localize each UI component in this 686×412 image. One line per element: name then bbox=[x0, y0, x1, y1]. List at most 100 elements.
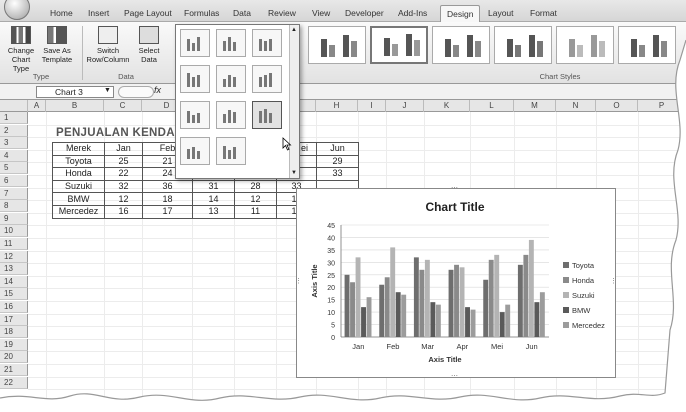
table-cell[interactable]: Jun bbox=[316, 142, 359, 156]
chart-layout-2[interactable] bbox=[216, 29, 246, 57]
name-box[interactable]: Chart 3 bbox=[36, 86, 114, 98]
select-data-button[interactable]: Select Data bbox=[132, 26, 166, 64]
table-cell[interactable]: 28 bbox=[234, 179, 277, 194]
row-header[interactable]: 17 bbox=[0, 313, 28, 326]
row-header[interactable]: 2 bbox=[0, 124, 28, 137]
table-cell[interactable]: 36 bbox=[142, 179, 193, 194]
table-cell[interactable]: 12 bbox=[104, 192, 143, 206]
row-header[interactable]: 10 bbox=[0, 225, 28, 238]
chart-layout-1[interactable] bbox=[180, 29, 210, 57]
table-cell[interactable]: Jan bbox=[104, 142, 143, 156]
chart-style-2[interactable] bbox=[370, 26, 428, 64]
row-header[interactable]: 13 bbox=[0, 263, 28, 276]
column-header[interactable]: O bbox=[596, 100, 638, 112]
table-cell[interactable]: 12 bbox=[234, 192, 277, 206]
row-header[interactable]: 12 bbox=[0, 250, 28, 263]
table-cell[interactable]: 25 bbox=[104, 154, 143, 169]
tab-view[interactable]: View bbox=[312, 8, 330, 18]
chart-layout-3[interactable] bbox=[252, 29, 282, 57]
tab-format[interactable]: Format bbox=[530, 8, 557, 18]
row-header[interactable]: 19 bbox=[0, 338, 28, 351]
chart-layout-6[interactable] bbox=[252, 65, 282, 93]
change-chart-type-button[interactable]: Change Chart Type bbox=[4, 26, 38, 73]
tab-layout[interactable]: Layout bbox=[488, 8, 514, 18]
tab-data[interactable]: Data bbox=[233, 8, 251, 18]
table-cell[interactable]: 17 bbox=[142, 204, 193, 219]
column-header[interactable]: P bbox=[638, 100, 686, 112]
save-as-template-button[interactable]: Save As Template bbox=[40, 26, 74, 64]
table-cell[interactable]: 18 bbox=[142, 192, 193, 206]
table-cell[interactable]: Mercedez bbox=[52, 204, 105, 219]
row-header[interactable]: 22 bbox=[0, 376, 28, 389]
chart-layout-4[interactable] bbox=[180, 65, 210, 93]
chart-layout-5[interactable] bbox=[216, 65, 246, 93]
resize-handle[interactable]: ⋮ bbox=[610, 278, 617, 285]
column-header[interactable]: B bbox=[46, 100, 104, 112]
resize-handle[interactable]: ⋮ bbox=[295, 278, 302, 285]
chart-layout-11[interactable] bbox=[216, 137, 246, 165]
chevron-down-icon[interactable]: ▼ bbox=[104, 87, 111, 94]
table-cell[interactable]: 29 bbox=[316, 154, 359, 169]
table-cell[interactable]: 32 bbox=[104, 179, 143, 194]
table-cell[interactable]: Suzuki bbox=[52, 179, 105, 194]
tab-home[interactable]: Home bbox=[50, 8, 73, 18]
table-cell[interactable]: 11 bbox=[234, 204, 277, 219]
switch-row-column-button[interactable]: Switch Row/Column bbox=[86, 26, 130, 64]
column-header[interactable]: H bbox=[316, 100, 358, 112]
gallery-scrollbar[interactable]: ▲ ▼ bbox=[289, 25, 299, 178]
column-header[interactable]: K bbox=[424, 100, 470, 112]
select-all-corner[interactable] bbox=[0, 100, 28, 112]
row-header[interactable]: 4 bbox=[0, 149, 28, 162]
tab-page-layout[interactable]: Page Layout bbox=[124, 8, 172, 18]
row-header[interactable]: 20 bbox=[0, 351, 28, 364]
row-header[interactable]: 8 bbox=[0, 200, 28, 213]
tab-review[interactable]: Review bbox=[268, 8, 296, 18]
column-header[interactable]: L bbox=[470, 100, 514, 112]
row-header[interactable]: 6 bbox=[0, 175, 28, 187]
office-button[interactable] bbox=[4, 0, 30, 20]
chart-style-4[interactable] bbox=[494, 26, 552, 64]
scroll-down-icon[interactable]: ▼ bbox=[291, 170, 297, 176]
row-header[interactable]: 5 bbox=[0, 162, 28, 175]
resize-handle[interactable]: ⋯ bbox=[451, 373, 458, 380]
column-header[interactable]: C bbox=[104, 100, 142, 112]
table-cell[interactable]: 33 bbox=[316, 167, 359, 181]
table-cell[interactable]: 16 bbox=[104, 204, 143, 219]
chart-style-1[interactable] bbox=[308, 26, 366, 64]
row-header[interactable]: 14 bbox=[0, 275, 28, 288]
tab-insert[interactable]: Insert bbox=[88, 8, 109, 18]
tab-formulas[interactable]: Formulas bbox=[184, 8, 219, 18]
chart-style-3[interactable] bbox=[432, 26, 490, 64]
row-header[interactable]: 9 bbox=[0, 212, 28, 225]
column-header[interactable]: A bbox=[28, 100, 46, 112]
row-header[interactable]: 3 bbox=[0, 137, 28, 150]
tab-design[interactable]: Design bbox=[440, 5, 481, 22]
table-cell[interactable]: Toyota bbox=[52, 154, 105, 169]
tab-developer[interactable]: Developer bbox=[345, 8, 384, 18]
table-cell[interactable]: 31 bbox=[192, 179, 235, 194]
column-header[interactable]: N bbox=[556, 100, 596, 112]
row-header[interactable]: 21 bbox=[0, 364, 28, 376]
chart-style-5[interactable] bbox=[556, 26, 614, 64]
column-header[interactable]: M bbox=[514, 100, 556, 112]
row-header[interactable]: 1 bbox=[0, 112, 28, 124]
row-header[interactable]: 18 bbox=[0, 326, 28, 339]
row-header[interactable]: 15 bbox=[0, 288, 28, 301]
fx-icon[interactable]: fx bbox=[154, 85, 161, 95]
row-header[interactable]: 11 bbox=[0, 238, 28, 250]
table-cell[interactable]: Honda bbox=[52, 167, 105, 181]
chart-layout-10[interactable] bbox=[180, 137, 210, 165]
chart-style-6[interactable] bbox=[618, 26, 676, 64]
chart-object[interactable]: ⋯ ⋯ ⋮ ⋮ Chart Title 0 5 10 15 20 25 30 35 40 45 Jan… bbox=[295, 185, 617, 380]
chart-layout-7[interactable] bbox=[180, 101, 210, 129]
chart-layout-9[interactable] bbox=[252, 101, 282, 129]
resize-handle[interactable]: ⋯ bbox=[451, 185, 458, 192]
tab-add-ins[interactable]: Add-Ins bbox=[398, 8, 427, 18]
chart-layout-8[interactable] bbox=[216, 101, 246, 129]
table-cell[interactable]: Merek bbox=[52, 142, 105, 156]
table-cell[interactable]: 22 bbox=[104, 167, 143, 181]
scroll-up-icon[interactable]: ▲ bbox=[291, 27, 297, 33]
table-cell[interactable]: 13 bbox=[192, 204, 235, 219]
row-header[interactable]: 7 bbox=[0, 187, 28, 200]
table-cell[interactable]: BMW bbox=[52, 192, 105, 206]
